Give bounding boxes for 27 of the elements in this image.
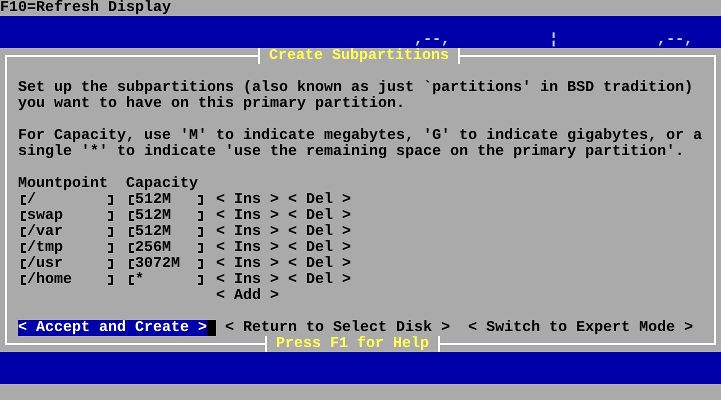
logo-art-fragment: ,--,: [414, 32, 452, 48]
instruction-text: Set up the subpartitions (also known as just `partitions' in BSD tradition) you want to have on this primary partition.: [18, 80, 694, 112]
text-cursor: [207, 320, 216, 336]
function-key-hint: F10=Refresh Display: [0, 0, 172, 16]
delete-button[interactable]: < Del >: [288, 256, 352, 272]
instruction-text: For Capacity, use 'M' to indicate megabytes, 'G' to indicate gigabytes, or a single '*' to indicate 'use the remaining space on the primary partition'.: [18, 128, 704, 160]
column-header: Mountpoint: [18, 176, 110, 192]
insert-button[interactable]: < Ins >: [216, 224, 280, 240]
dialog-button[interactable]: < Accept and Create >: [18, 320, 208, 336]
delete-button[interactable]: < Del >: [288, 192, 352, 208]
logo-art-fragment: ,--,: [657, 32, 694, 48]
insert-button[interactable]: < Ins >: [216, 272, 280, 288]
insert-button[interactable]: < Ins >: [216, 192, 280, 208]
insert-button[interactable]: < Ins >: [216, 208, 280, 224]
delete-button[interactable]: < Del >: [288, 240, 352, 256]
delete-button[interactable]: < Del >: [288, 224, 352, 240]
delete-button[interactable]: < Del >: [288, 272, 352, 288]
delete-button[interactable]: < Del >: [288, 208, 352, 224]
dialog-button[interactable]: < Switch to Expert Mode >: [468, 320, 694, 336]
insert-button[interactable]: < Ins >: [216, 240, 280, 256]
insert-button[interactable]: < Ins >: [216, 256, 280, 272]
dialog-title: Create Subpartitions: [258, 48, 460, 64]
help-hint: Press F1 for Help: [265, 336, 440, 352]
column-header: Capacity: [126, 176, 198, 192]
dialog-button[interactable]: < Return to Select Disk >: [225, 320, 450, 336]
add-button[interactable]: < Add >: [216, 288, 280, 304]
logo-art-fragment: ¦: [549, 32, 560, 48]
